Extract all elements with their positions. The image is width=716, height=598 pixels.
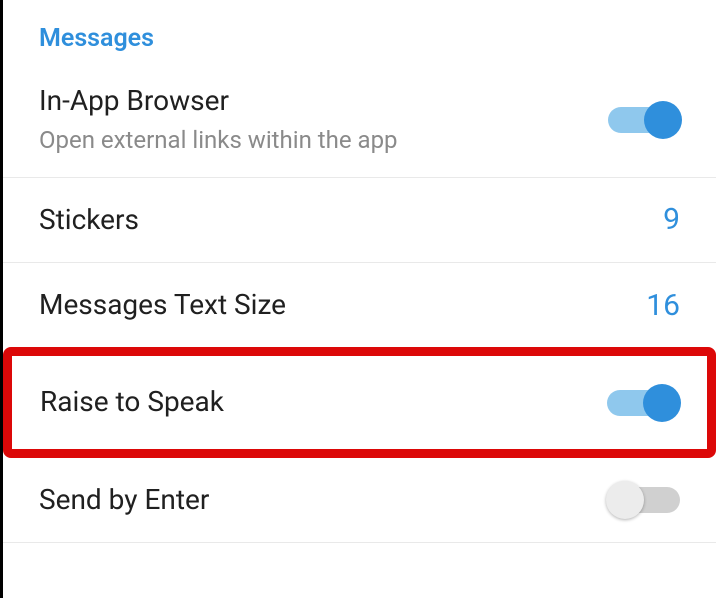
raise-to-speak-title: Raise to Speak bbox=[40, 384, 224, 420]
row-in-app-browser[interactable]: In-App Browser Open external links withi… bbox=[3, 71, 716, 178]
row-send-by-enter[interactable]: Send by Enter bbox=[3, 458, 716, 543]
text-size-title: Messages Text Size bbox=[39, 287, 286, 323]
in-app-browser-toggle[interactable] bbox=[608, 102, 680, 138]
send-by-enter-title: Send by Enter bbox=[39, 482, 209, 518]
toggle-thumb bbox=[606, 481, 644, 519]
stickers-value: 9 bbox=[663, 202, 680, 237]
section-header-messages: Messages bbox=[3, 24, 716, 71]
row-raise-to-speak[interactable]: Raise to Speak bbox=[12, 356, 707, 448]
raise-to-speak-toggle[interactable] bbox=[607, 385, 679, 421]
row-messages-text-size[interactable]: Messages Text Size 16 bbox=[3, 263, 716, 347]
row-stickers[interactable]: Stickers 9 bbox=[3, 178, 716, 263]
stickers-title: Stickers bbox=[39, 202, 139, 238]
text-size-value: 16 bbox=[646, 288, 680, 323]
in-app-browser-title: In-App Browser bbox=[39, 83, 398, 119]
send-by-enter-toggle[interactable] bbox=[608, 482, 680, 518]
highlight-box: Raise to Speak bbox=[3, 347, 716, 457]
in-app-browser-subtitle: Open external links within the app bbox=[39, 125, 398, 156]
toggle-thumb bbox=[643, 384, 681, 422]
toggle-thumb bbox=[644, 101, 682, 139]
row-left: In-App Browser Open external links withi… bbox=[39, 83, 398, 157]
settings-messages-section: Messages In-App Browser Open external li… bbox=[3, 0, 716, 543]
